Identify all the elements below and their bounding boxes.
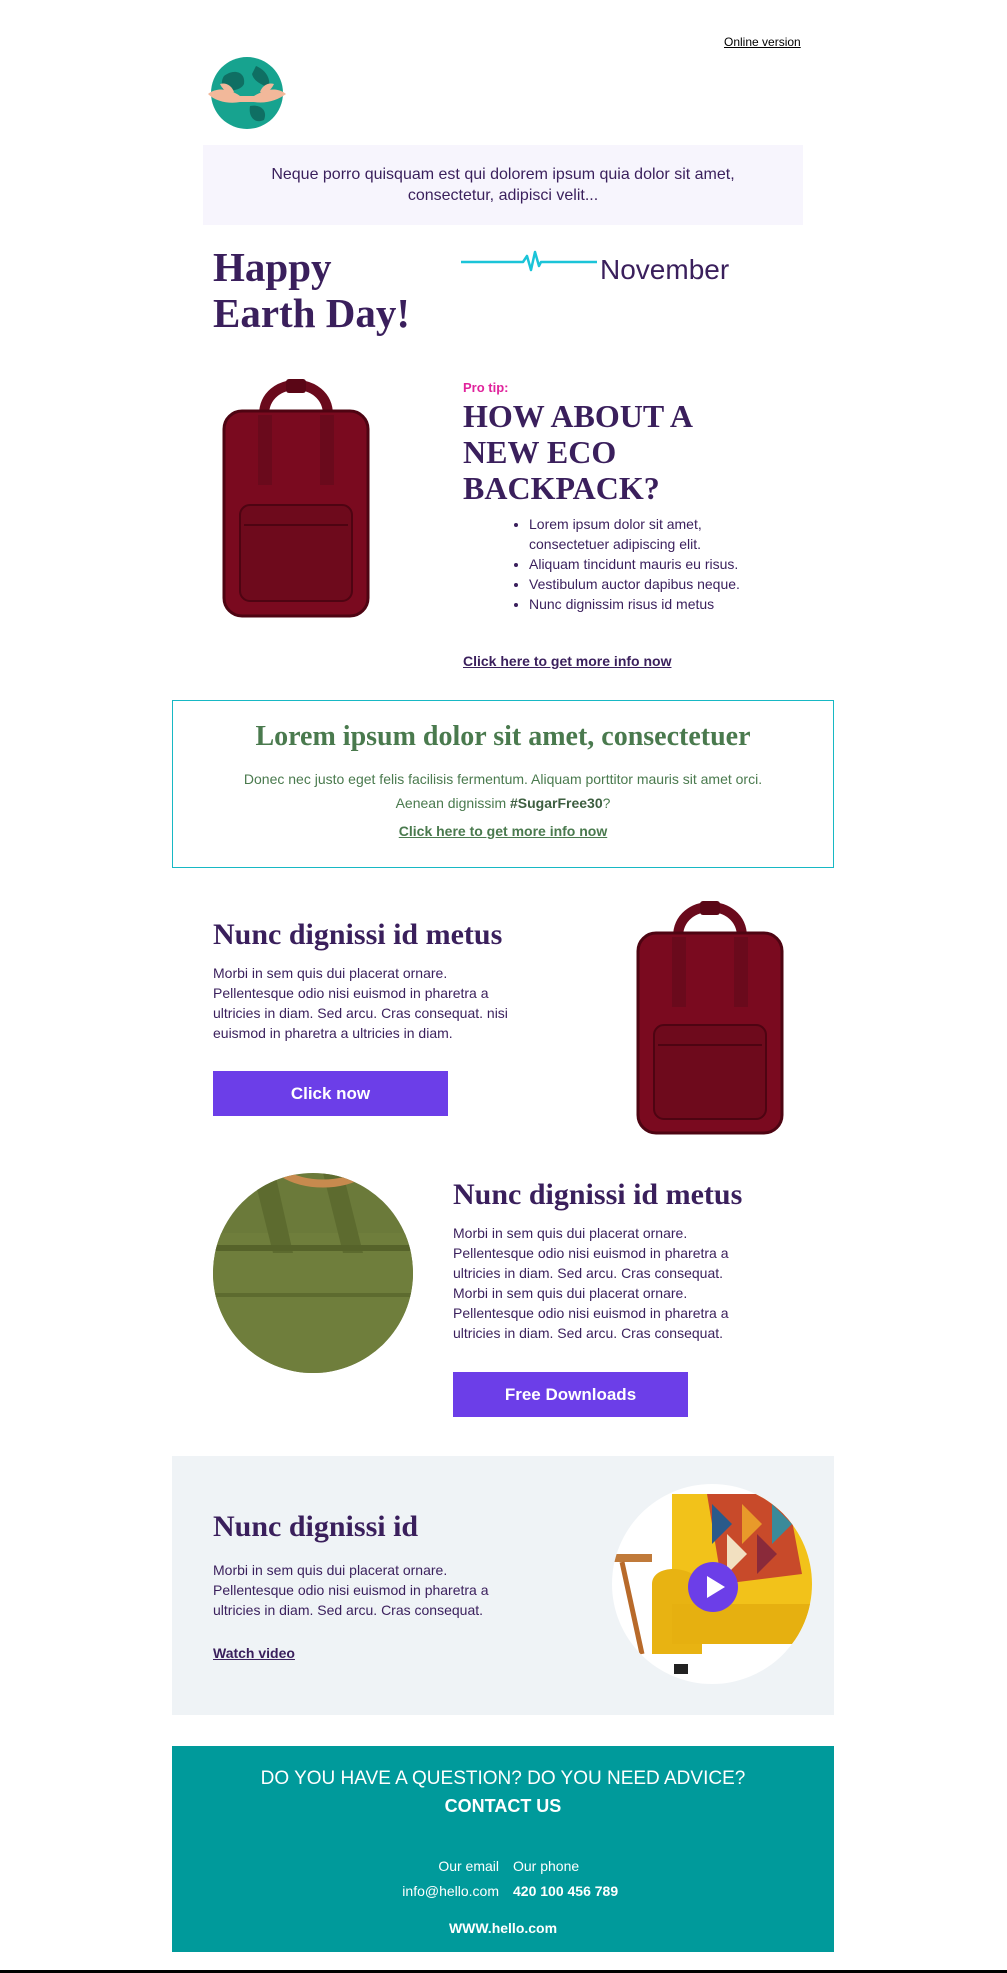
list-item: Aliquam tincidunt mauris eu risus. xyxy=(529,554,773,574)
backpack-image xyxy=(218,375,374,620)
footer-question: DO YOU HAVE A QUESTION? DO YOU NEED ADVI… xyxy=(260,1768,746,1789)
click-now-button[interactable]: Click now xyxy=(213,1071,448,1116)
footer: DO YOU HAVE A QUESTION? DO YOU NEED ADVI… xyxy=(172,1746,834,1952)
hero-title: Happy Earth Day! xyxy=(213,244,410,336)
intro-banner: Neque porro quisquam est qui dolorem ips… xyxy=(203,145,803,225)
watch-video-link[interactable]: Watch video xyxy=(213,1645,295,1661)
highlight-title: Lorem ipsum dolor sit amet, consectetuer xyxy=(255,721,751,752)
section2-title: Nunc dignissi id metus xyxy=(453,1178,743,1211)
section1-title: Nunc dignissi id metus xyxy=(213,918,503,951)
highlight-box: Lorem ipsum dolor sit amet, consectetuer… xyxy=(172,700,834,868)
website-link[interactable]: WWW.hello.com xyxy=(172,1920,834,1936)
protip-label: Pro tip: xyxy=(463,380,509,395)
protip-title: HOW ABOUT A NEW ECO BACKPACK? xyxy=(463,398,692,506)
intro-text: Neque porro quisquam est qui dolorem ips… xyxy=(271,166,735,204)
protip-more-info-link[interactable]: Click here to get more info now xyxy=(463,653,671,669)
email-label: Our email xyxy=(438,1858,499,1874)
section3-text: Morbi in sem quis dui placerat ornare. P… xyxy=(213,1562,489,1618)
highlight-text: Donec nec justo eget felis facilisis fer… xyxy=(173,767,833,815)
heartbeat-line-icon xyxy=(461,248,597,276)
phone-value[interactable]: 420 100 456 789 xyxy=(513,1879,618,1904)
hero-title-line1: Happy xyxy=(213,244,332,290)
online-version-link[interactable]: Online version xyxy=(724,35,801,49)
backpack-image-2 xyxy=(632,897,788,1137)
highlight-more-info-link[interactable]: Click here to get more info now xyxy=(399,823,607,839)
protip-bullets: Lorem ipsum dolor sit amet, consectetuer… xyxy=(513,514,773,614)
month-label: November xyxy=(600,254,730,285)
list-item: Lorem ipsum dolor sit amet, consectetuer… xyxy=(529,514,773,554)
section1-text: Morbi in sem quis dui placerat ornare. P… xyxy=(213,965,508,1041)
green-bag-image xyxy=(213,1173,413,1373)
earth-hug-icon xyxy=(206,54,288,132)
email-value[interactable]: info@hello.com xyxy=(402,1879,499,1904)
section2-text: Morbi in sem quis dui placerat ornare. P… xyxy=(453,1225,729,1341)
highlight-text-part2: ? xyxy=(602,795,611,811)
section3-title: Nunc dignissi id xyxy=(213,1510,419,1543)
list-item: Nunc dignissim risus id metus xyxy=(529,594,773,614)
play-icon[interactable] xyxy=(688,1562,738,1612)
hero-title-line2: Earth Day! xyxy=(213,290,411,336)
contact-us-heading: CONTACT US xyxy=(444,1796,562,1816)
highlight-text-part1: Donec nec justo eget felis facilisis fer… xyxy=(243,771,763,811)
list-item: Vestibulum auctor dapibus neque. xyxy=(529,574,773,594)
hashtag: #SugarFree30 xyxy=(510,795,603,811)
phone-label: Our phone xyxy=(513,1858,580,1874)
free-downloads-button[interactable]: Free Downloads xyxy=(453,1372,688,1417)
